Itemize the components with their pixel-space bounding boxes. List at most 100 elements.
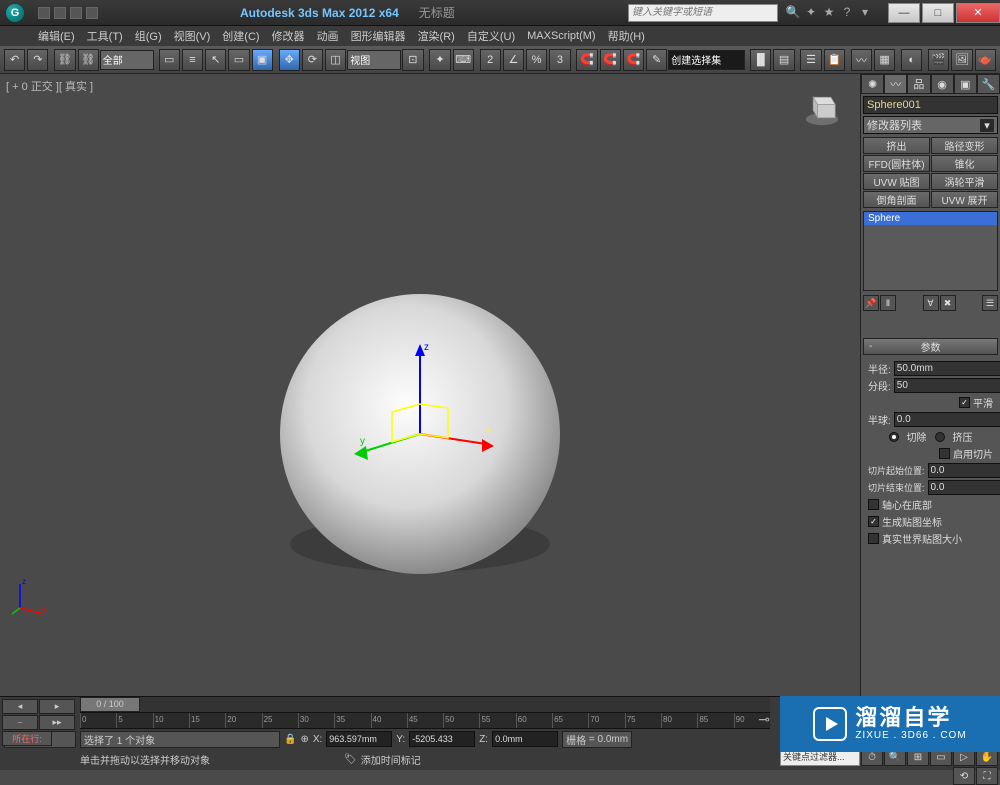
menu-item[interactable]: 帮助(H): [602, 28, 651, 44]
lock-icon[interactable]: 🔒: [284, 734, 296, 745]
menu-item[interactable]: 修改器: [266, 28, 311, 44]
configure-icon[interactable]: ☰: [982, 295, 998, 311]
gen-uv-checkbox[interactable]: ✓: [868, 516, 879, 527]
add-time-tag[interactable]: 添加时间标记: [361, 752, 421, 767]
render-icon[interactable]: 🫖: [975, 49, 996, 71]
x-input[interactable]: [326, 731, 392, 747]
hierarchy-tab-icon[interactable]: 品: [907, 74, 930, 94]
modifier-button[interactable]: UVW 贴图: [863, 173, 930, 190]
modifier-button[interactable]: UVW 展开: [931, 191, 998, 208]
search-input[interactable]: 键入关键字或短语: [628, 4, 778, 22]
manip-icon[interactable]: ✦: [429, 49, 450, 71]
y-input[interactable]: [409, 731, 475, 747]
mirror-icon[interactable]: ▐▌: [750, 49, 771, 71]
maximize-button[interactable]: □: [922, 3, 954, 23]
rect-select-icon[interactable]: ▭: [228, 49, 249, 71]
schematic-icon[interactable]: ▦: [874, 49, 895, 71]
menu-item[interactable]: MAXScript(M): [521, 30, 601, 42]
make-unique-icon[interactable]: ∀: [923, 295, 939, 311]
slice-from-spinner[interactable]: ▴▾: [928, 463, 1000, 478]
rotate-icon[interactable]: ⟳: [302, 49, 323, 71]
frame-display[interactable]: 0 / 100: [80, 697, 140, 712]
move-icon[interactable]: ✥: [279, 49, 300, 71]
qa-btn[interactable]: [70, 7, 82, 19]
next-key-icon[interactable]: ▸: [39, 699, 75, 714]
smooth-checkbox[interactable]: ✓: [959, 397, 970, 408]
magnet-icon[interactable]: 🧲: [600, 49, 621, 71]
star-icon[interactable]: ★: [821, 5, 837, 21]
curve-editor-icon[interactable]: 〰: [851, 49, 872, 71]
slice-to-spinner[interactable]: ▴▾: [928, 480, 1000, 495]
modifier-button[interactable]: 倒角剖面: [863, 191, 930, 208]
help-icon[interactable]: ?: [839, 5, 855, 21]
snap-3d-icon[interactable]: 3: [549, 49, 570, 71]
pivot-icon[interactable]: ⊡: [402, 49, 423, 71]
time-ruler[interactable]: 0 / 100: [80, 697, 770, 713]
key-access-icon[interactable]: ⊸: [758, 711, 770, 728]
undo-icon[interactable]: ↶: [4, 49, 25, 71]
layer-mgr-icon[interactable]: 📋: [824, 49, 845, 71]
show-result-icon[interactable]: Ⅱ: [880, 295, 896, 311]
prev-key-icon[interactable]: ◂: [2, 699, 38, 714]
magnet-icon[interactable]: 🧲: [623, 49, 644, 71]
qa-btn[interactable]: [54, 7, 66, 19]
link-icon[interactable]: ⛓: [54, 49, 75, 71]
snap-angle-icon[interactable]: ∠: [503, 49, 524, 71]
remove-mod-icon[interactable]: ✖: [940, 295, 956, 311]
minimize-button[interactable]: —: [888, 3, 920, 23]
pin-stack-icon[interactable]: 📌: [863, 295, 879, 311]
play-icon[interactable]: ▸▸: [39, 715, 75, 730]
hemi-spinner[interactable]: ▴▾: [894, 412, 1000, 427]
set-key-icon[interactable]: ⎯: [2, 715, 38, 730]
app-logo-icon[interactable]: G: [6, 4, 24, 22]
segments-spinner[interactable]: ▴▾: [894, 378, 1000, 393]
redo-icon[interactable]: ↷: [27, 49, 48, 71]
select-icon[interactable]: ▭: [159, 49, 180, 71]
scale-icon[interactable]: ◫: [325, 49, 346, 71]
dropdown-icon[interactable]: ▾: [857, 5, 873, 21]
modifier-button[interactable]: 挤出: [863, 137, 930, 154]
menu-item[interactable]: 创建(C): [216, 28, 265, 44]
qa-btn[interactable]: [38, 7, 50, 19]
keyboard-icon[interactable]: ⌨: [453, 49, 474, 71]
qa-btn[interactable]: [86, 7, 98, 19]
edit-sel-icon[interactable]: ✎: [646, 49, 667, 71]
stack-item[interactable]: Sphere: [864, 212, 997, 225]
snap-2d-icon[interactable]: 2: [480, 49, 501, 71]
coord-icon[interactable]: ⊕: [300, 734, 308, 745]
ref-coord-dropdown[interactable]: 视图: [347, 50, 401, 70]
modifier-button[interactable]: FFD(圆柱体): [863, 155, 930, 172]
utilities-tab-icon[interactable]: 🔧: [977, 74, 1000, 94]
menu-item[interactable]: 自定义(U): [461, 28, 521, 44]
align-icon[interactable]: ▤: [773, 49, 794, 71]
display-tab-icon[interactable]: ▣: [954, 74, 977, 94]
select-name-icon[interactable]: ≡: [182, 49, 203, 71]
track-bar[interactable]: 051015202530354045505560657075808590: [80, 713, 770, 729]
selection-filter-dropdown[interactable]: 全部: [100, 50, 154, 70]
rollout-header[interactable]: -参数: [863, 338, 998, 355]
binoculars-icon[interactable]: 🔍: [785, 5, 801, 21]
menu-item[interactable]: 编辑(E): [32, 28, 81, 44]
modifier-button[interactable]: 路径变形: [931, 137, 998, 154]
tag-icon[interactable]: 🏷: [344, 754, 357, 765]
squash-radio[interactable]: [935, 432, 945, 442]
viewport[interactable]: [ + 0 正交 ][ 真实 ] z x y: [0, 74, 860, 696]
material-editor-icon[interactable]: ◐: [901, 49, 922, 71]
modifier-list-dropdown[interactable]: 修改器列表▾: [863, 116, 998, 134]
menu-item[interactable]: 图形编辑器: [345, 28, 412, 44]
base-pivot-checkbox[interactable]: [868, 499, 879, 510]
layers-icon[interactable]: ☰: [800, 49, 821, 71]
object-name-field[interactable]: Sphere001: [863, 96, 998, 114]
radius-spinner[interactable]: ▴▾: [894, 361, 1000, 376]
menu-item[interactable]: 视图(V): [168, 28, 217, 44]
render-setup-icon[interactable]: 🎬: [928, 49, 949, 71]
menu-item[interactable]: 组(G): [129, 28, 168, 44]
unlink-icon[interactable]: ⛓: [78, 49, 99, 71]
menu-item[interactable]: 工具(T): [81, 28, 129, 44]
menu-item[interactable]: 渲染(R): [412, 28, 461, 44]
cursor-icon[interactable]: ↖: [205, 49, 226, 71]
menu-item[interactable]: 动画: [311, 28, 345, 44]
modifier-button[interactable]: 锥化: [931, 155, 998, 172]
z-input[interactable]: [492, 731, 558, 747]
close-button[interactable]: ✕: [956, 3, 1000, 23]
